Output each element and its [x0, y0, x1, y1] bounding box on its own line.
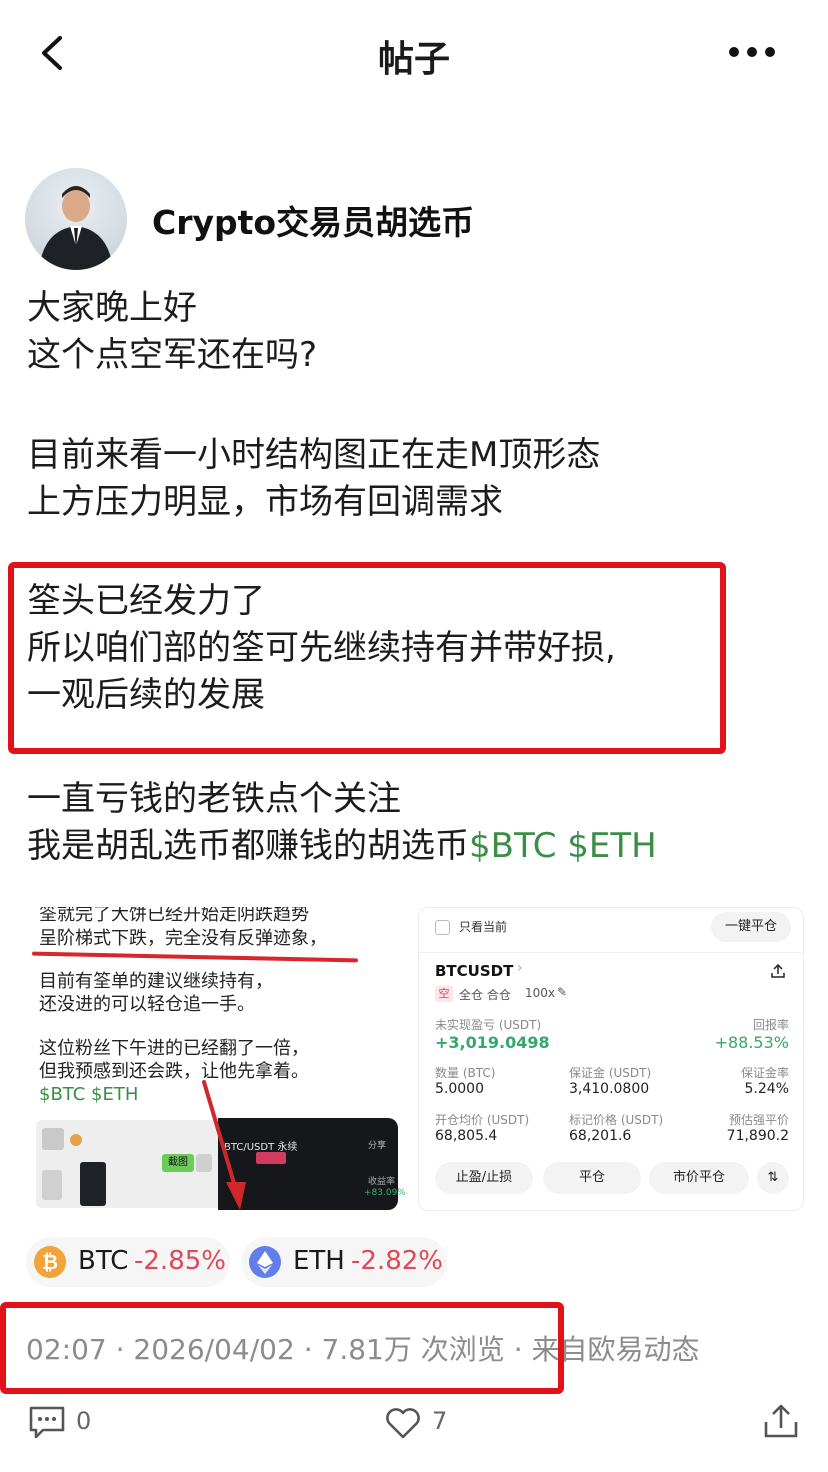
- post-line: 我是胡乱选币都赚钱的胡选币$BTC $ETH: [27, 823, 657, 870]
- author-name[interactable]: Crypto交易员胡选币: [152, 196, 474, 244]
- chevron-right-icon: ›: [517, 960, 523, 976]
- post-paragraph-1: 大家晚上好 这个点空军还在吗?: [27, 285, 317, 379]
- image-text-line: 筌就完了大饼已经开始走阴跌趋势: [39, 907, 309, 925]
- post-line: 上方压力明显，市场有回调需求: [27, 482, 503, 522]
- mini-profit-label: 收益率: [368, 1177, 396, 1187]
- share-button[interactable]: [762, 1402, 802, 1442]
- post-line-text: 我是胡乱选币都赚钱的胡选币: [27, 826, 469, 866]
- share-icon: [771, 963, 785, 978]
- mark-label: 标记价格 (USDT): [569, 1113, 664, 1127]
- tpsl-button: 止盈/止损: [435, 1162, 533, 1194]
- qty-value: 5.0000: [435, 1081, 484, 1097]
- meta-highlight-box: [0, 1302, 564, 1394]
- red-arrow-icon: [202, 1080, 246, 1210]
- checkbox-icon: [435, 920, 450, 935]
- avatar[interactable]: [25, 168, 127, 270]
- post-line: 目前来看一小时结构图正在走M顶形态: [27, 435, 601, 475]
- post-paragraph-4: 一直亏钱的老铁点个关注 我是胡乱选币都赚钱的胡选币$BTC $ETH: [27, 776, 657, 870]
- roe-label: 回报率: [752, 1018, 789, 1032]
- heart-icon: [386, 1408, 420, 1439]
- edit-icon: ✎: [557, 985, 568, 999]
- image-tags: $BTC $ETH: [39, 1084, 139, 1105]
- ethereum-icon: [249, 1246, 281, 1278]
- margin-mode: 全仓 合仓: [459, 988, 511, 1002]
- margin-value: 3,410.0800: [569, 1081, 650, 1097]
- pair-name: BTCUSDT: [435, 962, 514, 980]
- mini-profit-value: +83.09%: [364, 1188, 406, 1198]
- entry-value: 68,805.4: [435, 1128, 498, 1144]
- person-icon: [39, 186, 113, 270]
- coin-symbol: BTC: [78, 1246, 129, 1276]
- side-badge: 空: [435, 986, 453, 1002]
- margin-rate-label: 保证金率: [740, 1066, 789, 1080]
- liq-label: 预估强平价: [728, 1113, 789, 1127]
- image-text-line: 目前有筌单的建议继续持有，: [39, 971, 273, 992]
- close-all-button: 一键平仓: [711, 912, 791, 942]
- liq-value: 71,890.2: [726, 1128, 789, 1144]
- image-text-line: 还没进的可以轻仓追一手。: [39, 994, 255, 1015]
- coin-change: -2.82%: [351, 1246, 443, 1276]
- close-position-button: 平仓: [543, 1162, 641, 1194]
- post-line: 一直亏钱的老铁点个关注: [27, 779, 401, 819]
- more-dots-icon: [729, 47, 775, 57]
- like-button[interactable]: 7: [384, 1403, 474, 1443]
- like-count: 7: [432, 1407, 448, 1435]
- upnl-label: 未实现盈亏 (USDT): [435, 1018, 542, 1032]
- post-paragraph-2: 目前来看一小时结构图正在走M顶形态 上方压力明显，市场有回调需求: [27, 432, 600, 526]
- tag-eth-link[interactable]: $ETH: [567, 826, 656, 866]
- upload-share-icon: [764, 1404, 798, 1438]
- comment-button[interactable]: 0: [28, 1403, 118, 1443]
- bitcoin-icon: ₿: [34, 1246, 66, 1278]
- only-current-label: 只看当前: [459, 920, 508, 934]
- roe-value: +88.53%: [714, 1033, 789, 1052]
- tag-btc-link[interactable]: $BTC: [469, 826, 556, 866]
- page-title: 帖子: [377, 39, 450, 80]
- attached-image-right[interactable]: 只看当前 一键平仓 BTCUSDT › 空 全仓 合仓 100x ✎ 未实现盈亏…: [418, 907, 804, 1211]
- coin-symbol: ETH: [293, 1246, 345, 1276]
- market-close-button: 市价平仓: [649, 1162, 749, 1194]
- leverage: 100x: [525, 986, 556, 1000]
- mark-value: 68,201.6: [569, 1128, 632, 1144]
- upnl-value: +3,019.0498: [435, 1033, 550, 1052]
- coin-chip-btc[interactable]: ₿ BTC -2.85%: [26, 1237, 230, 1287]
- margin-rate-value: 5.24%: [744, 1081, 789, 1097]
- mini-share: 分享: [368, 1141, 387, 1151]
- image-text-line: 这位粉丝下午进的已经翻了一倍，: [39, 1038, 309, 1059]
- margin-label: 保证金 (USDT): [569, 1066, 652, 1080]
- comment-count: 0: [76, 1407, 92, 1435]
- swap-icon: ⇅: [757, 1162, 789, 1194]
- post-line: 大家晚上好: [27, 288, 197, 328]
- coin-chip-eth[interactable]: ETH -2.82%: [241, 1237, 447, 1287]
- highlight-box: [8, 562, 726, 754]
- entry-label: 开仓均价 (USDT): [435, 1113, 530, 1127]
- comment-icon: [29, 1406, 65, 1439]
- post-line: 这个点空军还在吗?: [27, 335, 318, 375]
- coin-change: -2.85%: [134, 1246, 226, 1276]
- more-options-button[interactable]: [720, 32, 784, 72]
- image-text-line: 呈阶梯式下跌，完全没有反弹迹象，: [39, 928, 327, 949]
- qty-label: 数量 (BTC): [435, 1066, 496, 1080]
- image-text-line: 但我预感到还会跌，让他先拿着。: [39, 1061, 309, 1082]
